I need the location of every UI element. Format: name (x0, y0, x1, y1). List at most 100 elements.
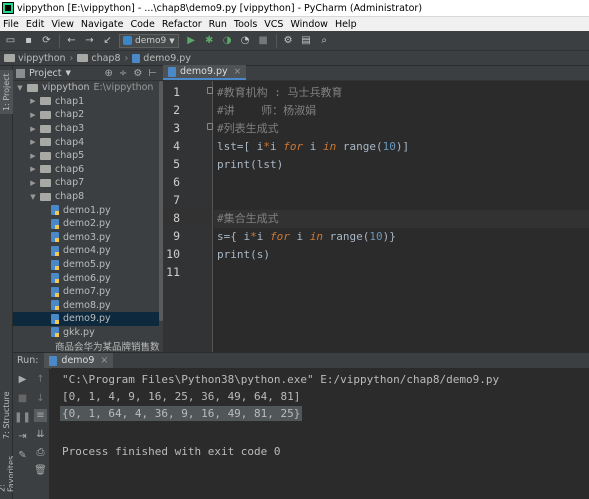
tree-file-item[interactable]: demo1.py (13, 203, 159, 217)
build-icon[interactable]: ↙ (101, 34, 114, 47)
menu-navigate[interactable]: Navigate (81, 19, 124, 30)
menu-refactor[interactable]: Refactor (162, 19, 202, 30)
console-line: {0, 1, 64, 4, 36, 9, 16, 49, 81, 25} (60, 406, 303, 421)
tree-folder-chap6[interactable]: ▶ chap6 (13, 163, 159, 177)
breadcrumb-file[interactable]: demo9.py (143, 53, 191, 64)
structure-icon[interactable]: ▤ (300, 34, 313, 47)
tree-file-item[interactable]: demo6.py (13, 271, 159, 285)
tree-file-item[interactable]: demo2.py (13, 217, 159, 231)
soft-wrap-icon[interactable]: ≡ (34, 409, 47, 422)
rerun-icon[interactable]: ▶ (16, 373, 29, 386)
menu-file[interactable]: File (3, 19, 19, 30)
collapsed-arrow-icon[interactable]: ▶ (29, 97, 37, 105)
code-token: s (217, 230, 224, 243)
code-editor[interactable]: #教育机构 : 马士兵教育 #讲 师：杨淑娟 #列表生成式 lst=[ i*i … (214, 81, 589, 352)
code-token: lst (217, 140, 237, 153)
main-toolbar: ▭ ▪ ⟳ ← → ↙ demo9 ▼ ▶ ✱ ◑ ◔ ■ ⚙ ▤ ⌕ (0, 31, 589, 51)
stop-icon[interactable]: ■ (16, 392, 29, 405)
sync-icon[interactable]: ⟳ (40, 34, 53, 47)
tree-file-label: demo8.py (63, 299, 111, 311)
up-arrow-icon[interactable]: ↑ (34, 373, 47, 386)
profile-icon[interactable]: ◔ (239, 34, 252, 47)
python-file-icon (51, 205, 59, 216)
menu-tools[interactable]: Tools (234, 19, 257, 30)
coverage-icon[interactable]: ◑ (221, 34, 234, 47)
down-arrow-icon[interactable]: ↓ (34, 392, 47, 405)
collapsed-arrow-icon[interactable]: ▶ (29, 179, 37, 187)
tree-folder-chap2[interactable]: ▶ chap2 (13, 108, 159, 122)
menu-view[interactable]: View (51, 19, 74, 30)
tree-folder-label: chap5 (55, 150, 85, 162)
tree-file-item[interactable]: demo8.py (13, 299, 159, 313)
trash-icon[interactable]: 🗑 (34, 464, 47, 477)
back-arrow-icon[interactable]: ← (65, 34, 78, 47)
scroll-to-end-icon[interactable]: ⇊ (34, 428, 47, 441)
breadcrumb-folder[interactable]: chap8 (91, 53, 120, 64)
tree-folder-label: chap3 (55, 123, 85, 135)
run-console[interactable]: "C:\Program Files\Python38\python.exe" E… (51, 368, 589, 499)
gear-icon[interactable]: ⚙ (133, 68, 142, 79)
close-icon[interactable]: × (100, 355, 108, 366)
tree-file-item[interactable]: gkk.py (13, 326, 159, 340)
scroll-from-source-icon[interactable]: ⊕ (105, 68, 113, 79)
menu-help[interactable]: Help (335, 19, 357, 30)
structure-tool-tab[interactable]: 7: Structure (0, 391, 13, 439)
run-tab-demo9[interactable]: demo9 × (44, 352, 114, 369)
pause-icon[interactable]: ❚❚ (14, 411, 31, 424)
run-config-selector[interactable]: demo9 ▼ (119, 33, 179, 48)
tree-folder-chap5[interactable]: ▶ chap5 (13, 149, 159, 163)
tree-folder-chap8[interactable]: ▼ chap8 (13, 190, 159, 204)
tree-root[interactable]: ▼ vippython E:\vippython (13, 81, 159, 95)
tree-folder-chap4[interactable]: ▶ chap4 (13, 135, 159, 149)
collapsed-arrow-icon[interactable]: ▶ (29, 165, 37, 173)
forward-arrow-icon[interactable]: → (83, 34, 96, 47)
collapse-all-icon[interactable]: ÷ (119, 68, 127, 79)
tree-file-item[interactable]: demo3.py (13, 231, 159, 245)
menu-edit[interactable]: Edit (26, 19, 44, 30)
wrench-settings-icon[interactable]: ⚙ (282, 34, 295, 47)
stop-icon[interactable]: ■ (257, 34, 270, 47)
save-all-icon[interactable]: ▪ (22, 34, 35, 47)
collapsed-arrow-icon[interactable]: ▶ (29, 125, 37, 133)
menu-window[interactable]: Window (290, 19, 327, 30)
open-folder-icon[interactable]: ▭ (4, 34, 17, 47)
tree-folder-chap3[interactable]: ▶ chap3 (13, 122, 159, 136)
menu-code[interactable]: Code (130, 19, 154, 30)
collapsed-arrow-icon[interactable]: ▶ (29, 152, 37, 160)
expanded-arrow-icon[interactable]: ▼ (29, 193, 37, 201)
menu-vcs[interactable]: VCS (264, 19, 283, 30)
exit-icon[interactable]: ⇥ (16, 430, 29, 443)
fold-marker-icon[interactable] (207, 123, 213, 130)
folder-icon (4, 54, 15, 62)
project-tool-tab[interactable]: 1: Project (0, 70, 13, 114)
project-panel-title[interactable]: Project (29, 68, 62, 79)
tree-file-item[interactable]: demo9.py (13, 312, 159, 326)
tree-file-item[interactable]: 商品会华为某品牌销售数据.x (13, 339, 163, 352)
fold-marker-icon[interactable] (207, 87, 213, 94)
favorites-tool-tab[interactable]: 2: Favorites (0, 446, 16, 492)
hide-icon[interactable]: ⊢ (148, 68, 157, 79)
tree-file-item[interactable]: demo5.py (13, 258, 159, 272)
breadcrumb-root[interactable]: vippython (18, 53, 66, 64)
editor-tab-demo9[interactable]: demo9.py × (163, 65, 247, 80)
tree-file-label: demo7.py (63, 286, 111, 298)
close-icon[interactable]: × (234, 67, 242, 77)
debug-icon[interactable]: ✱ (203, 34, 216, 47)
collapsed-arrow-icon[interactable]: ▶ (29, 111, 37, 119)
tree-file-item[interactable]: demo4.py (13, 244, 159, 258)
chevron-down-icon[interactable]: ▼ (66, 69, 71, 77)
collapsed-arrow-icon[interactable]: ▶ (29, 138, 37, 146)
tree-file-item[interactable]: demo7.py (13, 285, 159, 299)
print-icon[interactable]: ⎙ (34, 446, 47, 459)
code-token: 10 (382, 140, 396, 153)
run-icon[interactable]: ▶ (185, 34, 198, 47)
python-file-icon (51, 286, 59, 297)
search-everywhere-icon[interactable]: ⌕ (318, 34, 331, 47)
tree-folder-chap1[interactable]: ▶ chap1 (13, 95, 159, 109)
editor-gutter: 1 2 3 4 5 6 7 8 9 10 11 (163, 81, 213, 352)
tree-folder-chap7[interactable]: ▶ chap7 (13, 176, 159, 190)
pin-icon[interactable]: ✎ (16, 449, 29, 462)
expanded-arrow-icon[interactable]: ▼ (16, 84, 24, 92)
comment-text: #列表生成式 (217, 122, 279, 135)
menu-run[interactable]: Run (209, 19, 227, 30)
